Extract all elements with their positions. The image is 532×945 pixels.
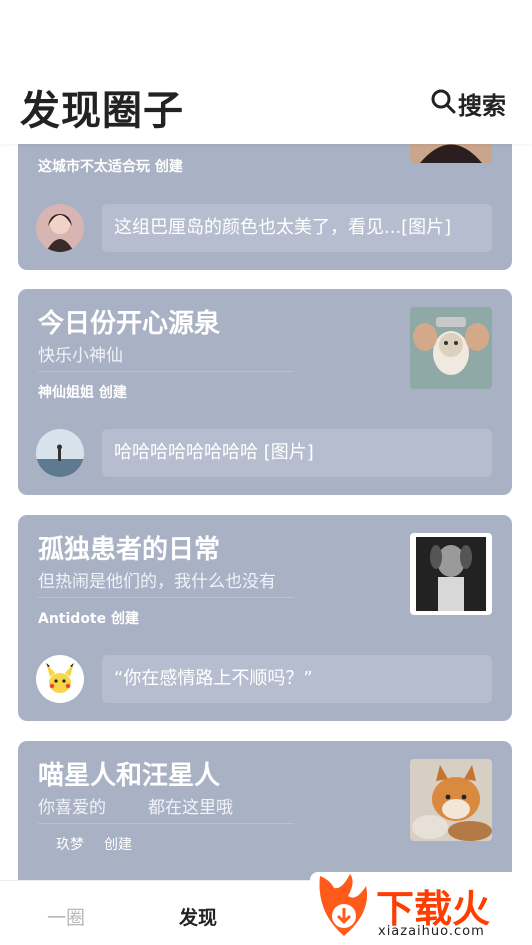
avatar[interactable]	[36, 655, 84, 703]
circle-subtitle-tail: 都在这里哦	[148, 798, 233, 818]
app-header: 发现圈子 搜索	[0, 0, 532, 144]
avatar[interactable]	[36, 429, 84, 477]
circle-subtitle: 但热闹是他们的，我什么也没有	[38, 572, 276, 592]
creator-suffix: 创建	[104, 837, 132, 853]
circle-card[interactable]: 今日份开心源泉 快乐小神仙 神仙姐姐 创建 哈哈哈哈哈哈哈哈 [图片]	[18, 289, 512, 495]
circle-card[interactable]: 孤独患者的日常 但热闹是他们的，我什么也没有 Antidote 创建 “你在感情…	[18, 515, 512, 721]
circle-thumbnail	[410, 533, 492, 615]
divider	[38, 823, 294, 824]
search-button[interactable]: 搜索	[430, 86, 506, 120]
circle-subtitle-head: 你喜爱的	[38, 798, 106, 818]
circle-creator: 玖梦 创建	[56, 834, 152, 854]
circle-creator: 这城市不太适合玩 创建	[38, 159, 183, 175]
tab-yiquan[interactable]: 一圈	[47, 903, 85, 930]
circle-title: 孤独患者的日常	[38, 535, 221, 565]
circle-subtitle: 快乐小神仙	[38, 346, 123, 366]
search-icon	[430, 88, 456, 118]
divider	[38, 597, 294, 598]
circle-thumbnail	[410, 759, 492, 841]
circle-thumbnail	[410, 307, 492, 389]
watermark-url: xiazaihuo.com	[378, 924, 485, 939]
circle-title: 今日份开心源泉	[38, 309, 221, 339]
tab-faxian[interactable]: 发现	[179, 903, 217, 930]
circle-title: 喵星人和汪星人	[38, 761, 221, 791]
circle-card[interactable]: 喵星人和汪星人 你喜爱的 都在这里哦 玖梦 创建	[18, 741, 512, 891]
creator-name: 玖梦	[56, 837, 84, 853]
circle-creator: Antidote 创建	[38, 611, 139, 627]
avatar[interactable]	[36, 204, 84, 252]
page-title: 发现圈子	[20, 88, 184, 134]
watermark: 下载火 xiazaihuo.com	[310, 872, 532, 944]
latest-post[interactable]: 这组巴厘岛的颜色也太美了，看见...[图片]	[102, 204, 492, 252]
search-label: 搜索	[458, 91, 506, 120]
latest-post[interactable]: “你在感情路上不顺吗？”	[102, 655, 492, 703]
latest-post[interactable]: 哈哈哈哈哈哈哈哈 [图片]	[102, 429, 492, 477]
circle-subtitle: 你喜爱的 都在这里哦	[38, 793, 233, 818]
divider	[38, 371, 294, 372]
circle-creator: 神仙姐姐 创建	[38, 385, 127, 401]
